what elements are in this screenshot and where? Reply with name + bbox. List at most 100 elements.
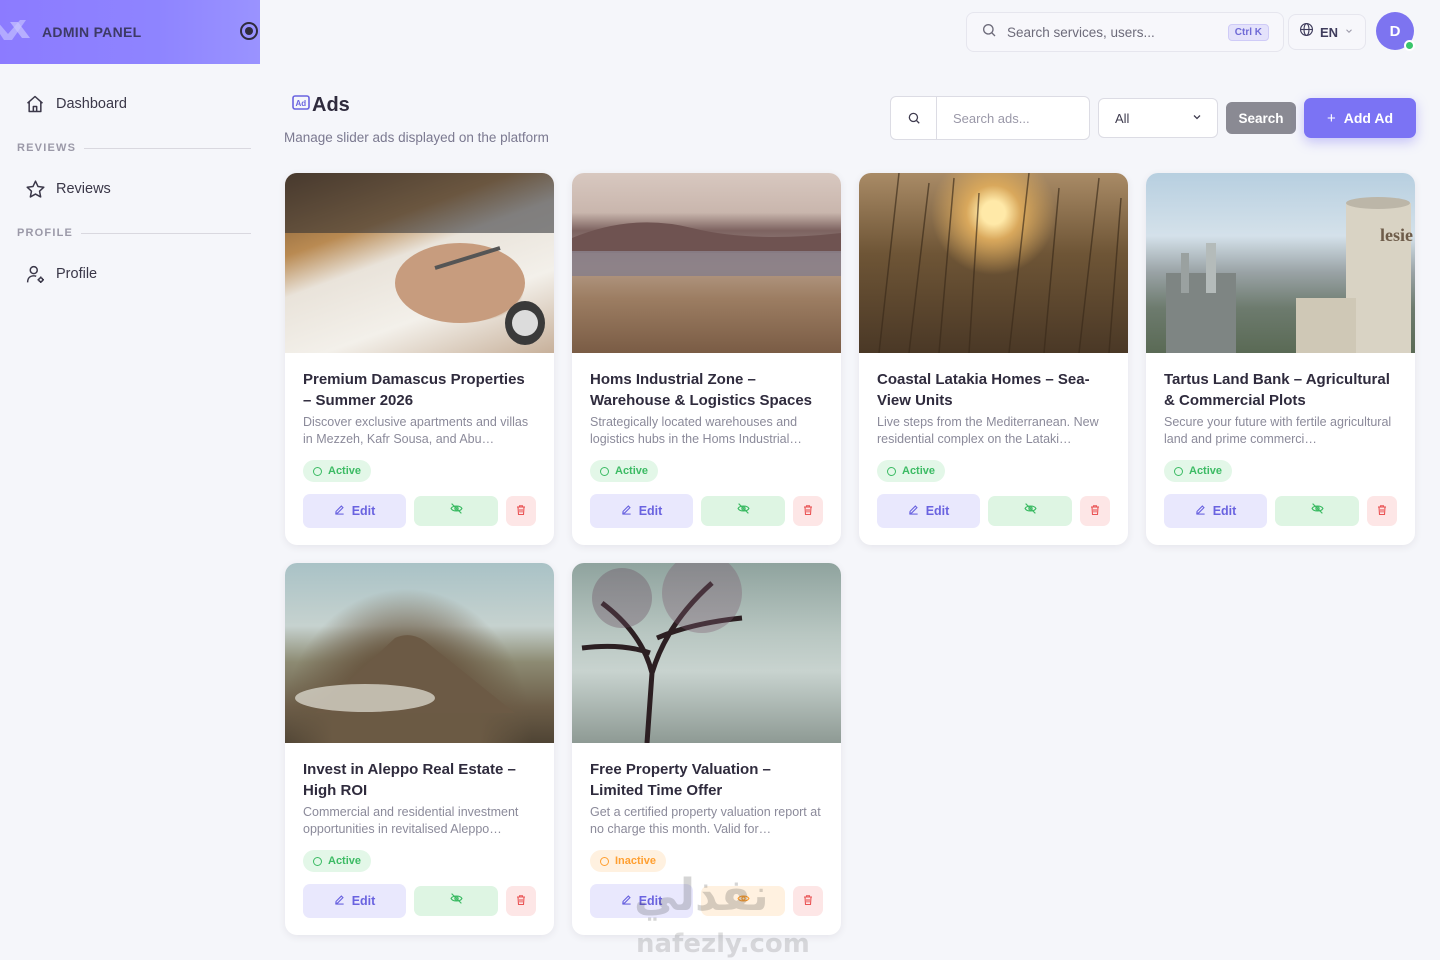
sidebar-item-reviews[interactable]: Reviews (0, 167, 260, 211)
language-label: EN (1320, 24, 1339, 40)
avatar-initial: D (1389, 22, 1401, 40)
add-ad-button[interactable]: + Add Ad (1304, 98, 1416, 138)
ad-title: Tartus Land Bank – Agricultural & Commer… (1164, 371, 1390, 409)
page-subtitle: Manage slider ads displayed on the platf… (284, 130, 549, 145)
edit-button[interactable]: Edit (590, 884, 693, 918)
status-badge: Active (303, 460, 372, 482)
ad-description: Live steps from the Mediterranean. New r… (877, 415, 1099, 446)
status-badge: Active (303, 850, 372, 872)
edit-label: Edit (638, 504, 663, 518)
toggle-visibility-button[interactable] (414, 886, 498, 916)
delete-button[interactable] (1367, 496, 1397, 526)
edit-label: Edit (351, 504, 376, 518)
status-badge: Active (590, 460, 659, 482)
card-actions: Edit (590, 884, 823, 918)
status-filter-select[interactable]: All (1098, 98, 1218, 138)
ad-card: Premium Damascus Properties – Summer 202… (285, 173, 554, 545)
ad-card: Free Property Valuation – Limited Time O… (572, 563, 841, 935)
status-label: Active (328, 855, 362, 867)
trash-icon (515, 894, 527, 909)
home-icon (24, 93, 46, 115)
trash-icon (515, 504, 527, 519)
ads-search-placeholder: Search ads... (953, 110, 1030, 126)
edit-label: Edit (1212, 504, 1237, 518)
brand-logo-icon (0, 0, 34, 64)
pencil-icon (1195, 504, 1206, 518)
delete-button[interactable] (1080, 496, 1110, 526)
pencil-icon (908, 504, 919, 518)
toggle-visibility-button[interactable] (701, 496, 785, 526)
status-icon (887, 466, 896, 476)
ad-title: Invest in Aleppo Real Estate – High ROI (303, 761, 516, 799)
ad-description: Discover exclusive apartments and villas… (303, 415, 529, 446)
status-label: Inactive (615, 855, 656, 867)
online-status-dot (1404, 40, 1415, 51)
card-actions: Edit (303, 494, 536, 528)
edit-label: Edit (351, 894, 376, 908)
toggle-visibility-button[interactable] (1275, 496, 1359, 526)
edit-label: Edit (925, 504, 950, 518)
status-filter-value: All (1115, 110, 1130, 126)
ad-description: Get a certified property valuation repor… (590, 805, 821, 836)
chevron-down-icon (1344, 23, 1354, 41)
delete-button[interactable] (506, 496, 536, 526)
trash-icon (802, 504, 814, 519)
pencil-icon (621, 504, 632, 518)
globe-icon (1299, 22, 1314, 42)
sidebar-item-dashboard[interactable]: Dashboard (0, 82, 260, 126)
ad-title: Free Property Valuation – Limited Time O… (590, 761, 771, 799)
status-icon (600, 466, 609, 476)
edit-label: Edit (638, 894, 663, 908)
eye-off-icon (449, 502, 463, 520)
search-icon (981, 22, 997, 43)
ads-search-input[interactable]: Search ads... (890, 96, 1090, 140)
ad-description: Commercial and residential investment op… (303, 805, 519, 836)
svg-text:Ad: Ad (296, 99, 307, 108)
ad-description: Secure your future with fertile agricult… (1164, 415, 1392, 446)
svg-text:lesie: lesie (1380, 225, 1413, 245)
toggle-visibility-button[interactable] (414, 496, 498, 526)
search-button[interactable]: Search (1226, 102, 1296, 134)
section-divider (81, 232, 252, 234)
sidebar-item-profile[interactable]: Profile (0, 252, 260, 296)
status-label: Active (328, 465, 362, 477)
delete-button[interactable] (793, 886, 823, 916)
ad-description: Strategically located warehouses and log… (590, 415, 802, 446)
edit-button[interactable]: Edit (877, 494, 980, 528)
eye-off-icon (449, 892, 463, 910)
language-switcher[interactable]: EN (1288, 14, 1366, 50)
toggle-visibility-button[interactable] (701, 886, 785, 916)
delete-button[interactable] (506, 886, 536, 916)
avatar[interactable]: D (1376, 12, 1415, 51)
delete-button[interactable] (793, 496, 823, 526)
edit-button[interactable]: Edit (590, 494, 693, 528)
global-search-placeholder: Search services, users... (1007, 24, 1155, 40)
eye-off-icon (736, 502, 750, 520)
sidebar-section-reviews: REVIEWS (0, 135, 260, 161)
status-label: Active (902, 465, 936, 477)
ad-title: Homs Industrial Zone – Warehouse & Logis… (590, 371, 813, 409)
ad-image (285, 173, 554, 353)
edit-button[interactable]: Edit (303, 884, 406, 918)
trash-icon (1376, 504, 1388, 519)
card-actions: Edit (877, 494, 1110, 528)
global-search-input[interactable]: Search services, users... Ctrl K (966, 12, 1284, 52)
edit-button[interactable]: Edit (1164, 494, 1267, 528)
status-icon (1174, 466, 1183, 476)
page-title-text: Ads (312, 94, 350, 116)
card-actions: Edit (303, 884, 536, 918)
ad-title: Coastal Latakia Homes – Sea-View Units (877, 371, 1090, 409)
sidebar: ADMIN PANEL Dashboard REVIEWS Reviews PR… (0, 0, 260, 960)
toggle-visibility-button[interactable] (988, 496, 1072, 526)
ad-card: lesie Tartus Land Bank – Agricultural & … (1146, 173, 1415, 545)
sidebar-item-label: Reviews (56, 181, 111, 197)
edit-button[interactable]: Edit (303, 494, 406, 528)
sidebar-section-profile: PROFILE (0, 220, 260, 246)
eye-off-icon (1023, 502, 1037, 520)
plus-icon: + (1326, 109, 1336, 127)
sidebar-toggle-icon[interactable] (240, 22, 258, 40)
card-actions: Edit (590, 494, 823, 528)
status-icon (313, 856, 322, 866)
pencil-icon (621, 894, 632, 908)
section-divider (84, 147, 252, 149)
